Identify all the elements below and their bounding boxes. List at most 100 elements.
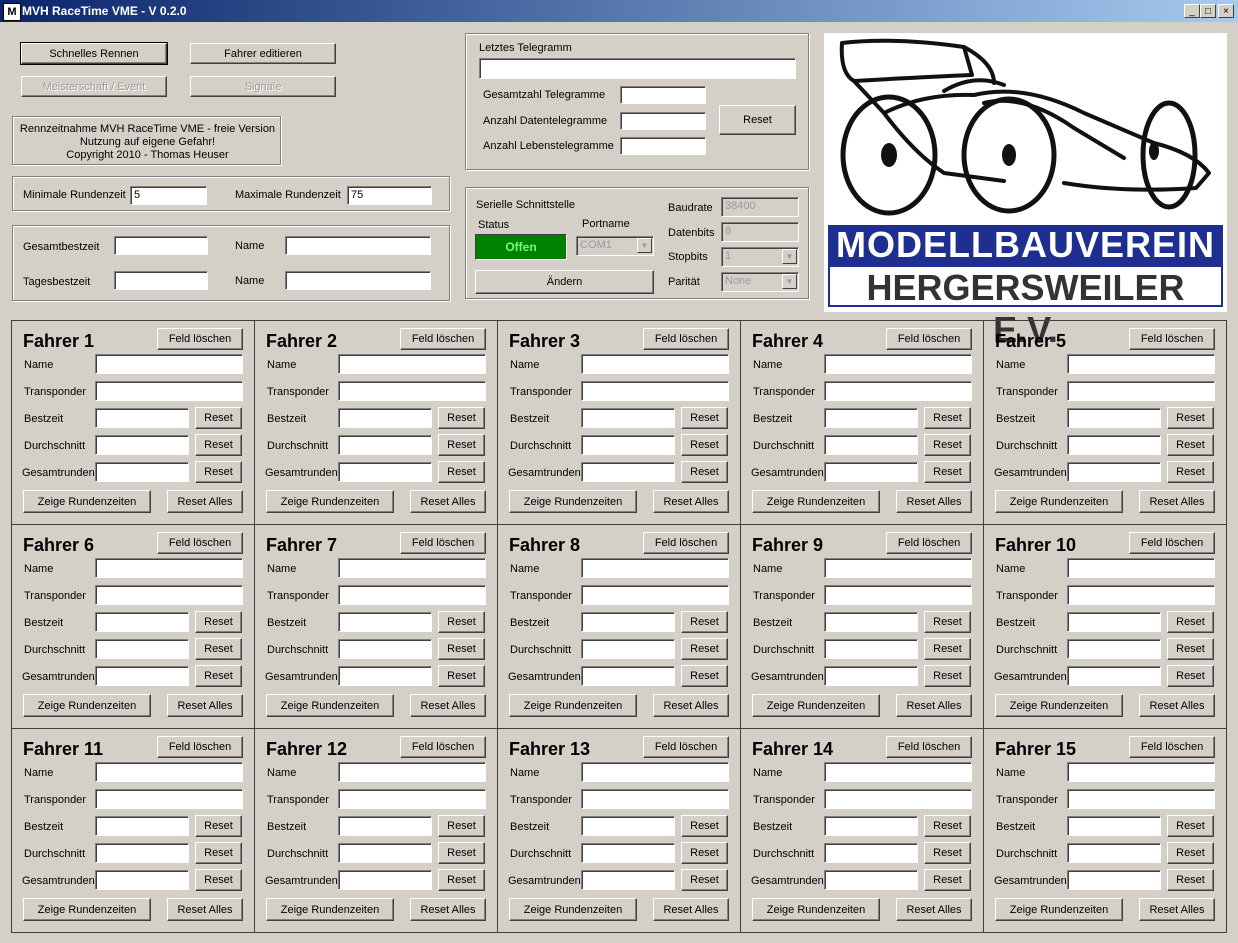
gesamtrunden-input[interactable]	[95, 870, 189, 890]
durchschnitt-input[interactable]	[581, 639, 675, 659]
transponder-input[interactable]	[824, 789, 972, 809]
reset-alles-button[interactable]: Reset Alles	[410, 898, 486, 921]
signale-button[interactable]: Signale	[190, 76, 336, 97]
durchschnitt-input[interactable]	[824, 639, 918, 659]
zeige-rundenzeiten-button[interactable]: Zeige Rundenzeiten	[509, 490, 637, 513]
min-rundenzeit-input[interactable]: 5	[130, 186, 207, 205]
gesamtrunden-input[interactable]	[95, 666, 189, 686]
zeige-rundenzeiten-button[interactable]: Zeige Rundenzeiten	[752, 898, 880, 921]
bestzeit-reset-button[interactable]: Reset	[438, 611, 485, 633]
zeige-rundenzeiten-button[interactable]: Zeige Rundenzeiten	[23, 694, 151, 717]
minimize-button[interactable]: _	[1184, 4, 1200, 18]
transponder-input[interactable]	[338, 585, 486, 605]
name-input[interactable]	[824, 354, 972, 374]
zeige-rundenzeiten-button[interactable]: Zeige Rundenzeiten	[995, 694, 1123, 717]
transponder-input[interactable]	[95, 789, 243, 809]
bestzeit-reset-button[interactable]: Reset	[195, 407, 242, 429]
bestzeit-reset-button[interactable]: Reset	[438, 407, 485, 429]
transponder-input[interactable]	[581, 585, 729, 605]
gesamtrunden-input[interactable]	[1067, 462, 1161, 482]
reset-alles-button[interactable]: Reset Alles	[653, 490, 729, 513]
feld-loeschen-button[interactable]: Feld löschen	[1129, 328, 1215, 350]
gesamtrunden-reset-button[interactable]: Reset	[924, 665, 971, 687]
durchschnitt-reset-button[interactable]: Reset	[1167, 842, 1214, 864]
feld-loeschen-button[interactable]: Feld löschen	[886, 532, 972, 554]
gesamtrunden-input[interactable]	[581, 870, 675, 890]
datentelegramme-input[interactable]	[620, 112, 706, 130]
bestzeit-reset-button[interactable]: Reset	[1167, 815, 1214, 837]
portname-select[interactable]: COM1 ▼	[576, 236, 654, 256]
bestzeit-input[interactable]	[581, 408, 675, 428]
baudrate-input[interactable]: 38400	[721, 197, 799, 217]
lebenstelegramme-input[interactable]	[620, 137, 706, 155]
bestzeit-reset-button[interactable]: Reset	[195, 815, 242, 837]
gesamtrunden-input[interactable]	[1067, 870, 1161, 890]
reset-alles-button[interactable]: Reset Alles	[410, 490, 486, 513]
gesamtrunden-input[interactable]	[338, 870, 432, 890]
gesamtrunden-reset-button[interactable]: Reset	[681, 869, 728, 891]
bestzeit-reset-button[interactable]: Reset	[681, 815, 728, 837]
zeige-rundenzeiten-button[interactable]: Zeige Rundenzeiten	[23, 490, 151, 513]
bestzeit-input[interactable]	[95, 612, 189, 632]
gesamtrunden-input[interactable]	[824, 666, 918, 686]
bestzeit-input[interactable]	[95, 408, 189, 428]
bestzeit-input[interactable]	[338, 816, 432, 836]
bestzeit-input[interactable]	[1067, 612, 1161, 632]
durchschnitt-input[interactable]	[338, 639, 432, 659]
bestzeit-input[interactable]	[824, 612, 918, 632]
reset-alles-button[interactable]: Reset Alles	[896, 694, 972, 717]
bestzeit-reset-button[interactable]: Reset	[438, 815, 485, 837]
gesamtrunden-input[interactable]	[95, 462, 189, 482]
zeige-rundenzeiten-button[interactable]: Zeige Rundenzeiten	[266, 694, 394, 717]
reset-alles-button[interactable]: Reset Alles	[1139, 898, 1215, 921]
transponder-input[interactable]	[1067, 585, 1215, 605]
gesamtzahl-telegramme-input[interactable]	[620, 86, 706, 104]
reset-alles-button[interactable]: Reset Alles	[653, 694, 729, 717]
zeige-rundenzeiten-button[interactable]: Zeige Rundenzeiten	[995, 490, 1123, 513]
durchschnitt-input[interactable]	[581, 843, 675, 863]
durchschnitt-input[interactable]	[338, 435, 432, 455]
title-bar[interactable]: M MVH RaceTime VME - V 0.2.0 _ □ ×	[0, 0, 1238, 22]
tagesbestzeit-input[interactable]	[114, 271, 208, 290]
feld-loeschen-button[interactable]: Feld löschen	[643, 736, 729, 758]
gesamtrunden-reset-button[interactable]: Reset	[924, 461, 971, 483]
zeige-rundenzeiten-button[interactable]: Zeige Rundenzeiten	[266, 490, 394, 513]
chevron-down-icon[interactable]: ▼	[637, 238, 652, 253]
bestzeit-input[interactable]	[338, 612, 432, 632]
zeige-rundenzeiten-button[interactable]: Zeige Rundenzeiten	[509, 694, 637, 717]
zeige-rundenzeiten-button[interactable]: Zeige Rundenzeiten	[752, 694, 880, 717]
close-button[interactable]: ×	[1218, 4, 1234, 18]
gesamtrunden-input[interactable]	[338, 462, 432, 482]
gesamtrunden-input[interactable]	[581, 666, 675, 686]
durchschnitt-reset-button[interactable]: Reset	[195, 842, 242, 864]
durchschnitt-reset-button[interactable]: Reset	[195, 638, 242, 660]
gesamtrunden-reset-button[interactable]: Reset	[195, 665, 242, 687]
gesamtrunden-input[interactable]	[824, 462, 918, 482]
chevron-down-icon[interactable]: ▼	[782, 274, 797, 289]
durchschnitt-reset-button[interactable]: Reset	[1167, 434, 1214, 456]
durchschnitt-reset-button[interactable]: Reset	[438, 842, 485, 864]
durchschnitt-input[interactable]	[581, 435, 675, 455]
schnelles-rennen-button[interactable]: Schnelles Rennen	[20, 42, 168, 65]
zeige-rundenzeiten-button[interactable]: Zeige Rundenzeiten	[23, 898, 151, 921]
reset-alles-button[interactable]: Reset Alles	[410, 694, 486, 717]
bestzeit-input[interactable]	[338, 408, 432, 428]
bestzeit-input[interactable]	[1067, 408, 1161, 428]
name-input[interactable]	[338, 354, 486, 374]
reset-alles-button[interactable]: Reset Alles	[896, 898, 972, 921]
bestzeit-reset-button[interactable]: Reset	[924, 407, 971, 429]
transponder-input[interactable]	[1067, 381, 1215, 401]
feld-loeschen-button[interactable]: Feld löschen	[400, 736, 486, 758]
gesamtrunden-input[interactable]	[581, 462, 675, 482]
durchschnitt-input[interactable]	[824, 843, 918, 863]
gesamtrunden-reset-button[interactable]: Reset	[195, 461, 242, 483]
gesamtrunden-input[interactable]	[338, 666, 432, 686]
bestzeit-input[interactable]	[824, 408, 918, 428]
gesamtrunden-reset-button[interactable]: Reset	[681, 461, 728, 483]
name-input[interactable]	[1067, 762, 1215, 782]
bestzeit-input[interactable]	[824, 816, 918, 836]
transponder-input[interactable]	[581, 381, 729, 401]
maximize-button[interactable]: □	[1200, 4, 1216, 18]
bestzeit-reset-button[interactable]: Reset	[681, 407, 728, 429]
durchschnitt-input[interactable]	[1067, 639, 1161, 659]
